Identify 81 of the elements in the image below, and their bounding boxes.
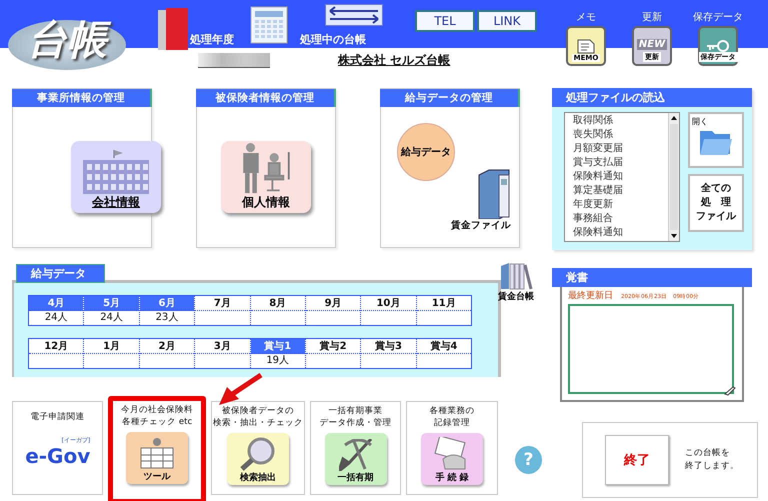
binder-icon [477,169,511,219]
count-cell-text: 23人 [154,311,180,325]
month-header[interactable]: 9月 [306,296,360,311]
all-files-button[interactable]: 全ての 処 理 ファイル [688,174,744,232]
logo-badge: 台帳 [8,20,126,70]
eraser-icon[interactable] [724,386,736,396]
tool-caption: 電子申請関連 [30,411,85,423]
binder-icon [156,6,190,52]
pointer-arrow [217,373,263,407]
e-gov-link[interactable]: e-Gov [25,445,90,467]
salary-data-button[interactable]: 給与データ [397,123,455,181]
button-label: 全ての [701,182,731,196]
list-item[interactable]: 月額変更届 [573,142,668,156]
exit-note: この台帳を [685,447,731,460]
month-header[interactable]: 1月 [84,339,139,354]
updated-label: 最終更新日 [568,290,613,302]
month-header[interactable]: 10月 [361,296,416,311]
tool-label: メモ [576,11,596,25]
list-item[interactable]: 年度更新 [573,198,668,212]
year-label: 処理年度 [190,32,235,47]
ledger-label: 処理中の台帳 [300,32,367,47]
wage-ledger-button[interactable]: 賃金台帳 [498,262,534,303]
month-header[interactable]: 6月 [140,296,194,311]
button-label: 処 理 [701,196,731,210]
tool-caption: 今月の社会保険料 [121,404,194,416]
tool-caption: データ作成・管理 [320,417,392,429]
personal-info-button[interactable]: 個人情報 [221,141,311,213]
tool-label: 保存データ [693,11,743,25]
company-name: 株式会社 セルズ台帳 [338,52,450,68]
count-cell-text: 24人 [44,311,69,325]
month-header[interactable]: 賞与1 [250,339,305,354]
list-item[interactable]: 保険料通知 [573,170,668,184]
list-item[interactable]: 喪失関係 [573,128,668,142]
list-item[interactable]: 賞与支払届 [573,156,668,170]
card-title: 被保険者情報の管理 [196,89,336,107]
panel-title: 覚書 [552,268,752,287]
month-header[interactable]: 12月 [29,339,84,354]
tool-caption: 各種業務の [430,405,475,417]
header-button[interactable]: TEL [415,10,475,32]
month-header[interactable]: 7月 [195,296,250,311]
count-cell-text: 19人 [265,354,290,368]
calendar-icon[interactable] [250,6,288,44]
month-header[interactable]: 3月 [195,339,250,354]
redacted-field [198,52,270,68]
month-header[interactable]: 4月 [29,296,84,311]
list-item[interactable]: 保険料通知 [573,226,668,240]
month-header[interactable]: 5月 [84,296,139,311]
record-button[interactable]: 手 続 録 [421,433,484,485]
month-header[interactable]: 11月 [416,296,471,311]
tool-caption: 各種チェック etc [122,416,192,428]
card-title: 給与データの管理 [380,89,520,107]
count-cell-text: 24人 [99,311,124,325]
open-button[interactable]: 開く [688,112,744,168]
panel-title: 処理ファイルの読込 [552,88,752,107]
books-icon [499,262,533,290]
tool-caption: 一括有期事業 [328,405,383,417]
month-header[interactable]: 8月 [250,296,305,311]
exit-note: 終了します。 [685,460,739,473]
key-icon [705,40,731,52]
building-icon [81,150,151,194]
shovel-pickaxe-icon [338,439,373,471]
list-item[interactable]: 取得関係 [573,114,668,128]
search-button[interactable]: 検索抽出 [226,433,289,485]
month-header[interactable]: 賞与4 [416,339,471,354]
button-label: ファイル [696,210,736,224]
tool-label: 更新 [642,10,662,25]
list-item[interactable]: 算定基礎届 [573,184,668,198]
month-header[interactable]: 賞与3 [361,339,416,354]
month-header[interactable]: 2月 [140,339,194,354]
tool-caption: 記録管理 [434,417,470,429]
card-title: 事業所情報の管理 [12,89,152,107]
month-header[interactable]: 賞与2 [306,339,360,354]
magnifier-icon [238,437,277,471]
tool-button[interactable]: ツール [126,432,188,484]
header-button[interactable]: LINK [477,10,537,32]
tool-caption: 被保険者データの [222,405,294,417]
exit-button[interactable]: 終了 [605,435,669,485]
shovel-button[interactable]: 一括有期 [324,433,387,485]
list-item[interactable]: 事務組合 [573,212,668,226]
tool-caption: 検索・抽出・チェック [212,417,303,429]
notepad-icon [575,38,597,54]
